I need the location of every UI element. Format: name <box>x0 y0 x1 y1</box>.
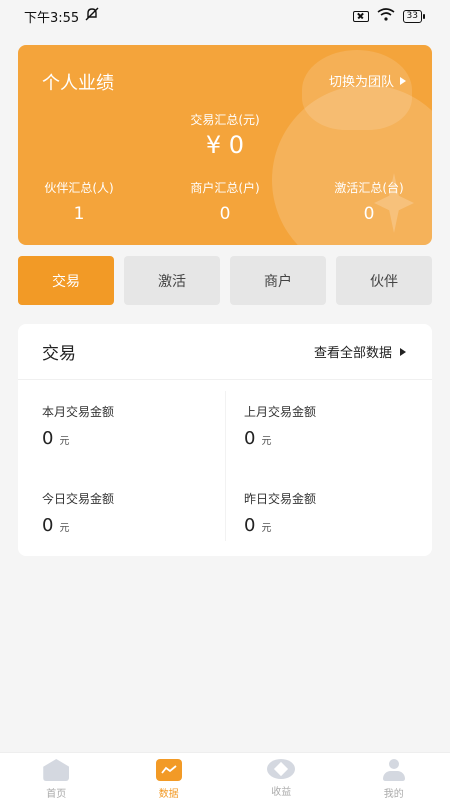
switch-team-label: 切换为团队 <box>328 75 394 90</box>
earnings-icon <box>267 759 296 779</box>
performance-title: 个人业绩 <box>42 73 114 94</box>
view-all-data-button[interactable]: 查看全部数据 <box>314 342 406 361</box>
amount-value: 0 <box>42 515 54 536</box>
home-icon <box>43 759 70 781</box>
amount-label: 昨日交易金额 <box>244 492 317 506</box>
nav-profile[interactable]: 我的 <box>338 753 450 800</box>
mute-icon <box>85 7 99 25</box>
today-amount: 今日交易金额 0元 <box>42 490 222 536</box>
arrow-right-icon <box>400 76 406 85</box>
amount-unit: 元 <box>261 436 272 447</box>
total-label: 交易汇总(元) <box>190 113 260 127</box>
stat-value: 0 <box>363 204 375 224</box>
view-all-label: 查看全部数据 <box>313 346 392 361</box>
nav-label: 收益 <box>271 787 292 798</box>
arrow-right-icon <box>400 347 406 356</box>
nav-label: 首页 <box>46 789 67 800</box>
amount-value: 0 <box>244 515 256 536</box>
status-time: 下午3:55 <box>24 10 80 26</box>
yesterday-amount: 昨日交易金额 0元 <box>244 490 424 536</box>
chart-icon <box>155 759 182 781</box>
nav-earnings[interactable]: 收益 <box>225 753 338 800</box>
this-month-amount: 本月交易金额 0元 <box>42 403 222 449</box>
wifi-icon <box>377 7 395 25</box>
profile-icon <box>381 759 407 781</box>
activation-summary: 激活汇总(台) 0 <box>300 179 432 224</box>
tab-partners[interactable]: 伙伴 <box>336 256 432 305</box>
nav-label: 数据 <box>158 789 179 800</box>
nav-home[interactable]: 首页 <box>0 753 113 800</box>
amount-unit: 元 <box>59 523 70 534</box>
amount-unit: 元 <box>261 523 272 534</box>
stat-label: 激活汇总(台) <box>334 181 404 195</box>
amount-label: 上月交易金额 <box>244 405 317 419</box>
nav-label: 我的 <box>383 789 404 800</box>
amount-unit: 元 <box>59 436 70 447</box>
switch-to-team-button[interactable]: 切换为团队 <box>329 71 406 90</box>
stat-label: 商户汇总(户) <box>190 181 260 195</box>
transaction-grid: 本月交易金额 0元 上月交易金额 0元 今日交易金额 0元 昨日交易金额 0元 <box>18 381 432 556</box>
last-month-amount: 上月交易金额 0元 <box>244 403 424 449</box>
stat-value: 0 <box>219 204 231 224</box>
performance-card: 个人业绩 切换为团队 交易汇总(元) ¥ 0 伙伴汇总(人) 1 商户汇总(户)… <box>18 45 432 245</box>
tab-merchants[interactable]: 商户 <box>230 256 326 305</box>
stat-label: 伙伴汇总(人) <box>44 181 114 195</box>
tab-activation[interactable]: 激活 <box>124 256 220 305</box>
amount-label: 今日交易金额 <box>42 492 115 506</box>
merchant-summary: 商户汇总(户) 0 <box>156 179 294 224</box>
category-tabs: 交易 激活 商户 伙伴 <box>18 256 432 305</box>
amount-value: 0 <box>244 428 256 449</box>
tab-transactions[interactable]: 交易 <box>18 256 114 305</box>
section-title: 交易 <box>42 344 76 364</box>
bottom-nav: 首页 数据 收益 我的 <box>0 752 450 800</box>
total-value: ¥ 0 <box>205 131 245 159</box>
status-bar: 下午3:55 33 <box>0 0 450 32</box>
transaction-header: 交易 查看全部数据 <box>18 324 432 380</box>
amount-label: 本月交易金额 <box>42 405 115 419</box>
partner-summary: 伙伴汇总(人) 1 <box>18 179 148 224</box>
transaction-card: 交易 查看全部数据 本月交易金额 0元 上月交易金额 0元 今日交易金额 0元 … <box>18 324 432 556</box>
battery-icon: 33 <box>402 9 426 23</box>
stat-value: 1 <box>73 204 85 224</box>
divider <box>225 391 226 541</box>
nav-data[interactable]: 数据 <box>113 753 226 800</box>
sim-off-icon <box>352 10 369 22</box>
amount-value: 0 <box>42 428 54 449</box>
